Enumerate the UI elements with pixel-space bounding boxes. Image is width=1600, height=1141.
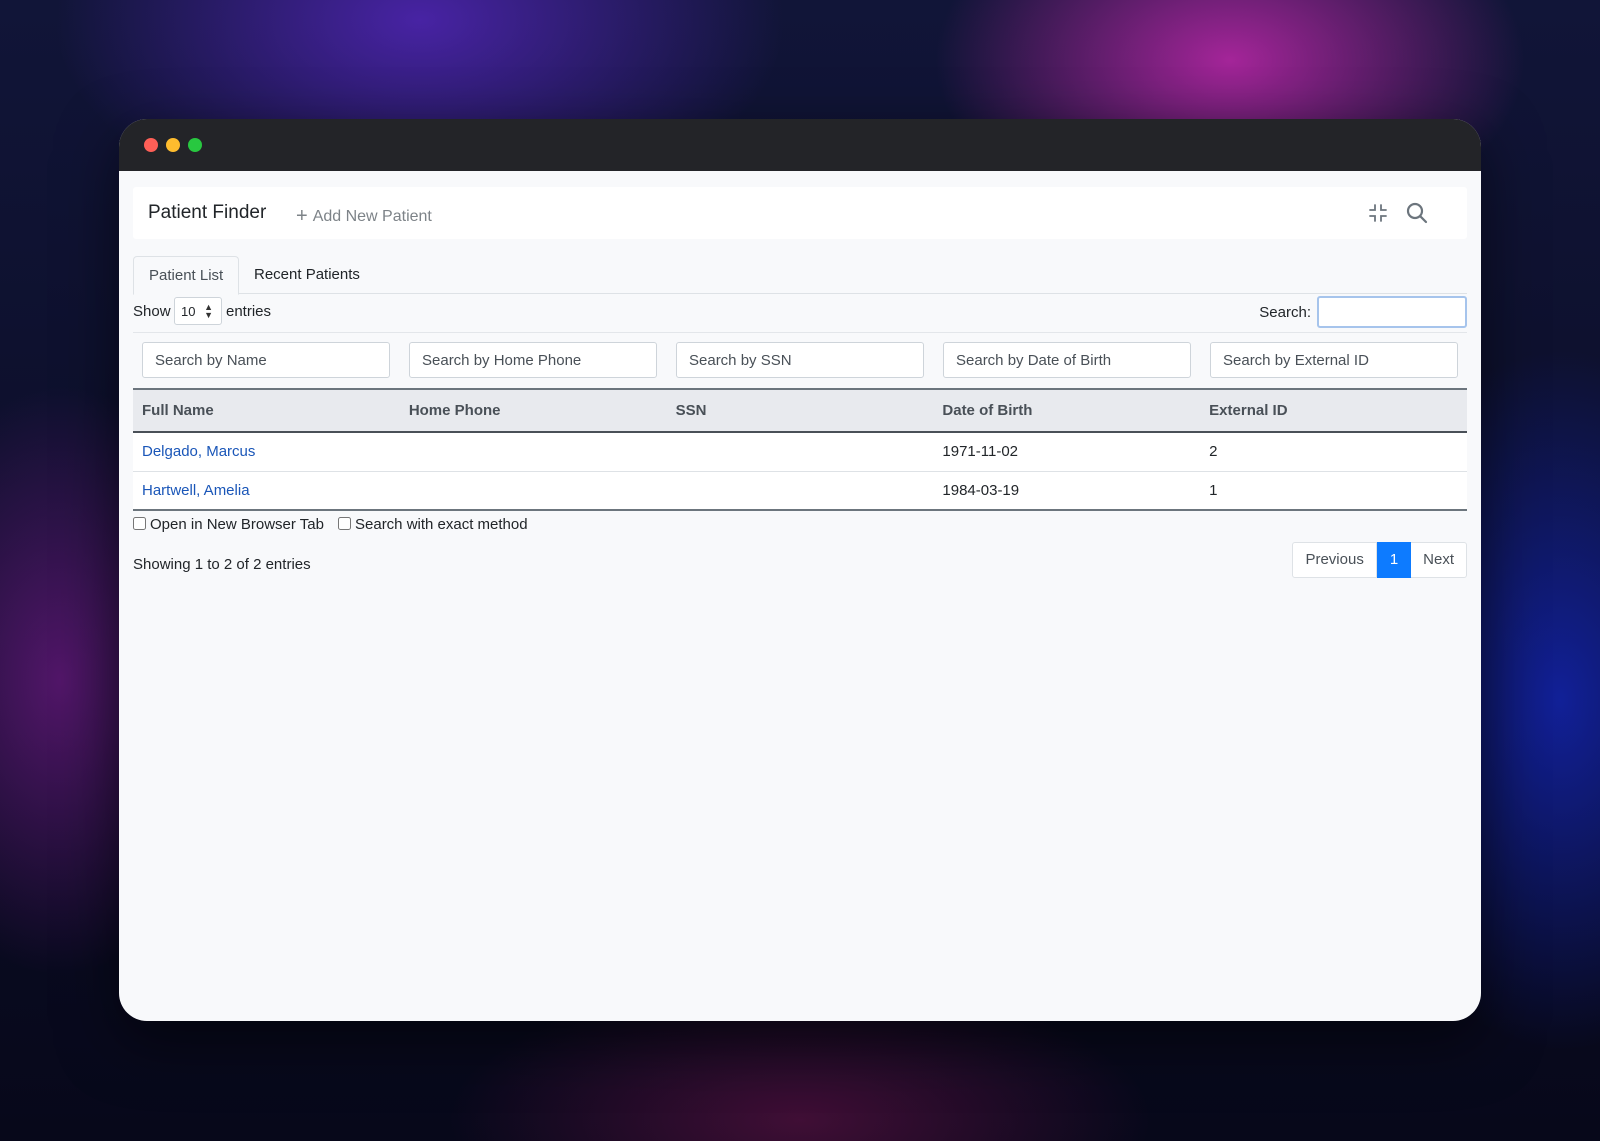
navbar: Patient Finder + Add New Patient [133,187,1467,239]
pagination: Previous 1 Next [1292,542,1467,578]
add-new-patient-link[interactable]: + Add New Patient [296,204,432,227]
home-phone-filter-input[interactable] [409,342,657,378]
page-1-button[interactable]: 1 [1376,542,1412,578]
cell-full-name: Hartwell, Amelia [133,470,400,510]
exact-method-label: Search with exact method [355,516,528,533]
column-header-home-phone[interactable]: Home Phone [400,389,667,432]
cell-date-of-birth: 1984-03-19 [933,470,1201,510]
page-size-value: 10 [181,304,196,319]
tab-recent-patients[interactable]: Recent Patients [239,256,375,295]
cell-ssn [666,470,934,510]
previous-page-button[interactable]: Previous [1292,542,1377,578]
column-header-external-id[interactable]: External ID [1200,389,1467,432]
window-titlebar [119,119,1481,171]
compress-icon[interactable] [1366,201,1390,225]
page-title: Patient Finder [148,202,267,223]
exact-method-checkbox[interactable] [338,517,351,530]
open-new-tab-checkbox[interactable] [133,517,146,530]
patient-link[interactable]: Hartwell, Amelia [142,482,250,499]
external-id-filter-input[interactable] [1210,342,1458,378]
table-row[interactable]: Hartwell, Amelia 1984-03-19 1 [133,470,1467,510]
plus-icon: + [296,205,308,227]
page-size-select[interactable]: 10 ▲ ▼ [174,297,222,325]
search-icon[interactable] [1405,201,1429,225]
search-label: Search: [1259,304,1311,321]
maximize-window-button[interactable] [188,138,202,152]
dob-filter-input[interactable] [943,342,1191,378]
next-page-button[interactable]: Next [1411,542,1467,578]
cell-home-phone [399,470,667,510]
patient-link[interactable]: Delgado, Marcus [142,443,255,460]
cell-date-of-birth: 1971-11-02 [933,431,1201,471]
open-new-tab-label: Open in New Browser Tab [150,516,324,533]
tab-patient-list[interactable]: Patient List [133,256,240,295]
browser-window: Patient Finder + Add New Patient Patient … [119,119,1481,1021]
table-header-row: Full Name Home Phone SSN Date of Birth E… [133,389,1467,432]
column-filters [133,333,1467,388]
cell-home-phone [399,431,667,471]
ssn-filter-input[interactable] [676,342,924,378]
name-filter-input[interactable] [142,342,390,378]
cell-external-id: 1 [1200,470,1467,510]
table-controls: Show 10 ▲ ▼ entries Search: [133,295,1467,331]
search-input[interactable] [1317,296,1467,328]
sort-arrows-icon: ▲ ▼ [204,302,213,320]
minimize-window-button[interactable] [166,138,180,152]
cell-external-id: 2 [1200,431,1467,471]
show-label: Show [133,303,171,320]
open-new-tab-option[interactable]: Open in New Browser Tab [133,516,324,533]
table-info: Showing 1 to 2 of 2 entries [133,556,311,573]
entries-label: entries [226,303,272,320]
close-window-button[interactable] [144,138,158,152]
patient-table: Full Name Home Phone SSN Date of Birth E… [133,388,1467,511]
add-new-patient-label: Add New Patient [312,208,432,225]
column-header-date-of-birth[interactable]: Date of Birth [933,389,1200,432]
cell-ssn [666,431,934,471]
column-header-full-name[interactable]: Full Name [133,389,400,432]
column-header-ssn[interactable]: SSN [667,389,934,432]
tab-bar: Patient List Recent Patients [133,256,1467,295]
cell-full-name: Delgado, Marcus [133,431,400,471]
table-row[interactable]: Delgado, Marcus 1971-11-02 2 [133,431,1467,471]
exact-method-option[interactable]: Search with exact method [338,516,528,533]
